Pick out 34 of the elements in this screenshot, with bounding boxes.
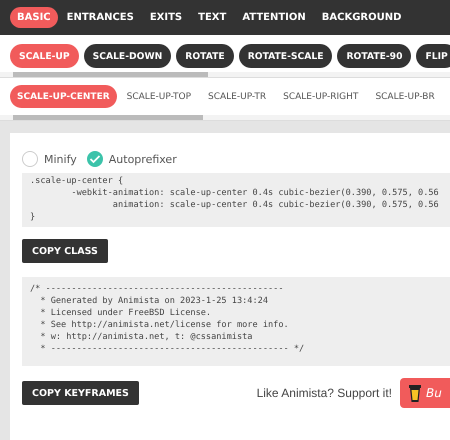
code-line: * w: http://animista.net, t: @cssanimista: [39, 331, 254, 343]
category-tab[interactable]: ENTRANCES: [60, 7, 141, 28]
code-line: * Licensed under FreeBSD License.: [39, 307, 212, 319]
category-tab[interactable]: BACKGROUND: [314, 7, 408, 28]
variant-tab[interactable]: SCALE-UP-TR: [201, 85, 274, 108]
code-line: /* ----------------------------------------------: [30, 283, 285, 295]
code-line: * Generated by Animista on 2023-1-25 13:4:24: [39, 295, 269, 307]
group-pill[interactable]: ROTATE-90: [337, 44, 412, 68]
support-text: Like Animista? Support it!: [256, 386, 392, 400]
category-tab[interactable]: EXITS: [142, 7, 190, 28]
copy-class-button[interactable]: COPY CLASS: [22, 239, 108, 263]
scrollbar-thumb[interactable]: [13, 115, 203, 120]
code-line: -webkit-animation: scale-up-center 0.4s cubic-bezier(0.390, 0.575, 0.56: [70, 187, 440, 199]
code-line: * ---------------------------------------------- */: [39, 343, 306, 355]
option-label: Autoprefixer: [108, 152, 177, 166]
variant-tab[interactable]: SCALE-UP-BR: [368, 85, 442, 108]
checkbox[interactable]: [86, 151, 103, 167]
variant-tab[interactable]: SCALE-UP-TOP: [120, 85, 198, 108]
code-line: }: [30, 211, 36, 223]
category-tab[interactable]: TEXT: [191, 7, 234, 28]
option-label: Minify: [44, 152, 77, 166]
code-line: .scale-up-center {: [30, 175, 124, 187]
checkbox[interactable]: [22, 151, 38, 167]
code-line: * See http://animista.net/license for more info.: [39, 319, 290, 331]
category-tab[interactable]: ATTENTION: [235, 7, 313, 28]
scrollbar-thumb[interactable]: [13, 72, 208, 77]
group-pill[interactable]: ROTATE-SCALE: [238, 44, 332, 68]
group-pill[interactable]: FLIP: [416, 44, 450, 68]
code-line: animation: scale-up-center 0.4s cubic-bezier(0.390, 0.575, 0.56: [112, 199, 440, 211]
copy-keyframes-button[interactable]: COPY KEYFRAMES: [22, 381, 139, 405]
variant-tab[interactable]: SCALE-UP-RIGHT: [276, 85, 366, 108]
group-pill[interactable]: SCALE-DOWN: [84, 44, 172, 68]
group-pill[interactable]: ROTATE: [176, 44, 234, 68]
cup-icon: [408, 383, 422, 403]
